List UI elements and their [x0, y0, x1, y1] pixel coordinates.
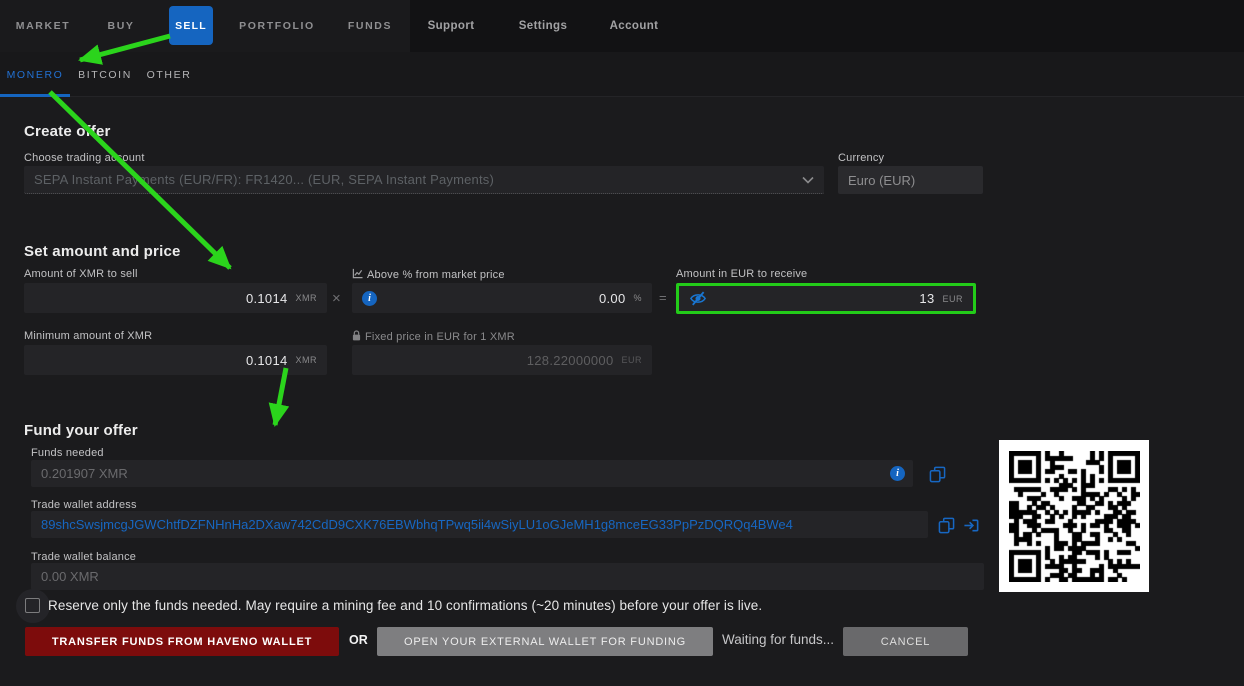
amount-receive-unit: EUR — [942, 294, 963, 304]
minimum-amount-field[interactable]: 0.1014 XMR — [24, 345, 327, 375]
waiting-for-funds-status: Waiting for funds... — [722, 632, 834, 647]
tab-other[interactable]: OTHER — [147, 52, 192, 97]
fixed-price-unit: EUR — [621, 355, 642, 365]
wallet-balance-value: 0.00 XMR — [41, 569, 99, 584]
funds-needed-field: 0.201907 XMR i — [31, 460, 913, 487]
equals-sign: = — [659, 290, 667, 305]
create-offer-title: Create offer — [24, 123, 111, 140]
multiply-sign: × — [332, 290, 341, 307]
currency-label: Currency — [838, 152, 884, 164]
fixed-price-label: Fixed price in EUR for 1 XMR — [352, 330, 515, 344]
nav-item-buy[interactable]: BUY — [108, 0, 135, 52]
qr-code — [1009, 451, 1140, 582]
wallet-address-value: 89shcSwsjmcgJGWChtfDZFNHnHa2DXaw742CdD9C… — [41, 517, 793, 532]
or-separator: OR — [349, 633, 368, 647]
fixed-price-field: 128.22000000 EUR — [352, 345, 652, 375]
market-delta-value: 0.00 — [377, 291, 625, 306]
wallet-balance-field: 0.00 XMR — [31, 563, 984, 590]
amount-to-sell-label: Amount of XMR to sell — [24, 268, 138, 280]
nav-item-sell[interactable]: SELL — [169, 6, 213, 45]
market-delta-unit: % — [633, 293, 642, 303]
nav-item-portfolio[interactable]: PORTFOLIO — [239, 0, 315, 52]
copy-icon[interactable] — [938, 517, 955, 539]
fixed-price-value: 128.22000000 — [352, 353, 613, 368]
top-nav: MARKET BUY SELL PORTFOLIO FUNDS Support … — [0, 0, 1244, 52]
active-tab-underline — [0, 94, 70, 97]
amount-to-sell-field[interactable]: 0.1014 XMR — [24, 283, 327, 313]
fund-offer-title: Fund your offer — [24, 422, 138, 439]
nav-item-funds[interactable]: FUNDS — [348, 0, 392, 52]
copy-icon[interactable] — [929, 466, 946, 488]
reserve-only-checkbox[interactable] — [25, 598, 40, 613]
set-amount-title: Set amount and price — [24, 243, 181, 260]
hidden-value-icon[interactable] — [689, 291, 707, 306]
lock-icon — [352, 330, 361, 344]
wallet-address-field[interactable]: 89shcSwsjmcgJGWChtfDZFNHnHa2DXaw742CdD9C… — [31, 511, 928, 538]
funds-needed-value: 0.201907 XMR — [41, 466, 128, 481]
amount-to-sell-value: 0.1014 — [24, 291, 288, 306]
open-external-wallet-button[interactable]: OPEN YOUR EXTERNAL WALLET FOR FUNDING — [377, 627, 713, 656]
market-tab-bar: MONERO BITCOIN OTHER — [0, 52, 1244, 97]
tab-bitcoin[interactable]: BITCOIN — [78, 52, 132, 97]
currency-value: Euro (EUR) — [848, 173, 915, 188]
chevron-down-icon — [802, 172, 814, 187]
qr-code-panel — [999, 440, 1149, 592]
nav-item-support[interactable]: Support — [428, 0, 475, 52]
wallet-address-label: Trade wallet address — [31, 499, 137, 511]
minimum-amount-unit: XMR — [296, 355, 318, 365]
transfer-from-haveno-button[interactable]: TRANSFER FUNDS FROM HAVENO WALLET — [25, 627, 339, 656]
market-delta-label: Above % from market price — [352, 268, 505, 282]
info-icon[interactable]: i — [890, 466, 905, 481]
funds-needed-label: Funds needed — [31, 447, 104, 459]
cancel-button[interactable]: CANCEL — [843, 627, 968, 656]
minimum-amount-label: Minimum amount of XMR — [24, 330, 152, 342]
trading-account-select[interactable]: SEPA Instant Payments (EUR/FR): FR1420..… — [24, 166, 824, 194]
create-offer-screen: MARKET BUY SELL PORTFOLIO FUNDS Support … — [0, 0, 1244, 686]
amount-to-sell-unit: XMR — [296, 293, 318, 303]
nav-item-settings[interactable]: Settings — [519, 0, 568, 52]
nav-item-account[interactable]: Account — [610, 0, 659, 52]
nav-item-market[interactable]: MARKET — [16, 0, 71, 52]
market-delta-field[interactable]: i 0.00 % — [352, 283, 652, 313]
arrow-to-fund-offer — [275, 368, 286, 425]
amount-receive-value: 13 — [707, 291, 934, 306]
wallet-balance-label: Trade wallet balance — [31, 551, 136, 563]
trading-account-label: Choose trading account — [24, 152, 145, 164]
info-icon[interactable]: i — [362, 291, 377, 306]
minimum-amount-value: 0.1014 — [24, 353, 288, 368]
amount-receive-label: Amount in EUR to receive — [676, 268, 807, 280]
send-to-wallet-icon[interactable] — [963, 517, 980, 539]
reserve-note: Reserve only the funds needed. May requi… — [48, 598, 762, 613]
chart-icon — [352, 268, 363, 282]
currency-field[interactable]: Euro (EUR) — [838, 166, 983, 194]
tab-monero[interactable]: MONERO — [7, 52, 64, 97]
trading-account-value: SEPA Instant Payments (EUR/FR): FR1420..… — [34, 172, 494, 187]
amount-receive-field[interactable]: 13 EUR — [676, 283, 976, 314]
